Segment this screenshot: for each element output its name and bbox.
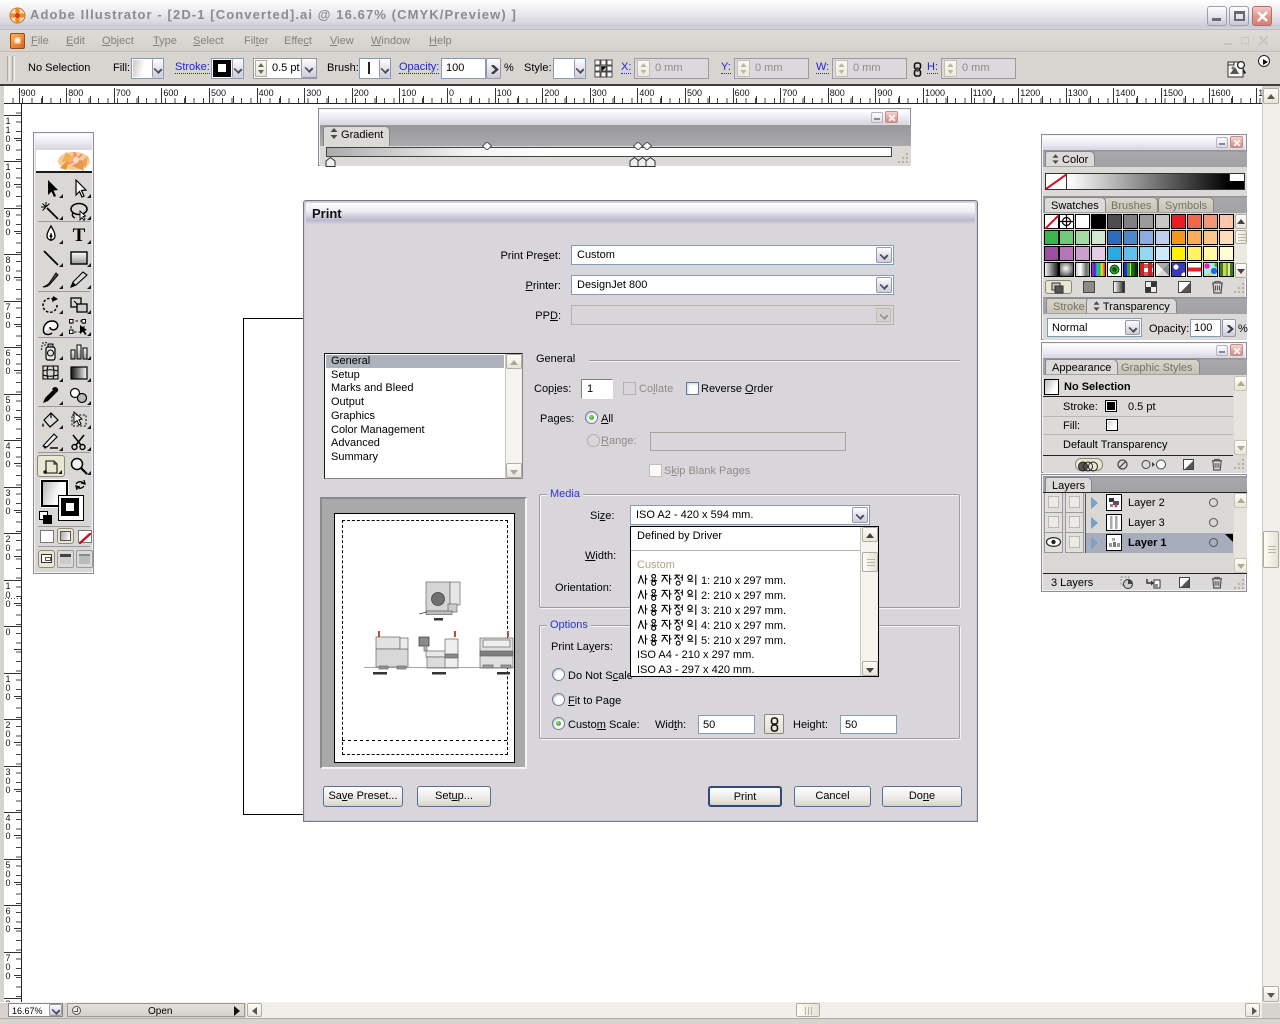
svg-text:T: T bbox=[73, 225, 86, 245]
